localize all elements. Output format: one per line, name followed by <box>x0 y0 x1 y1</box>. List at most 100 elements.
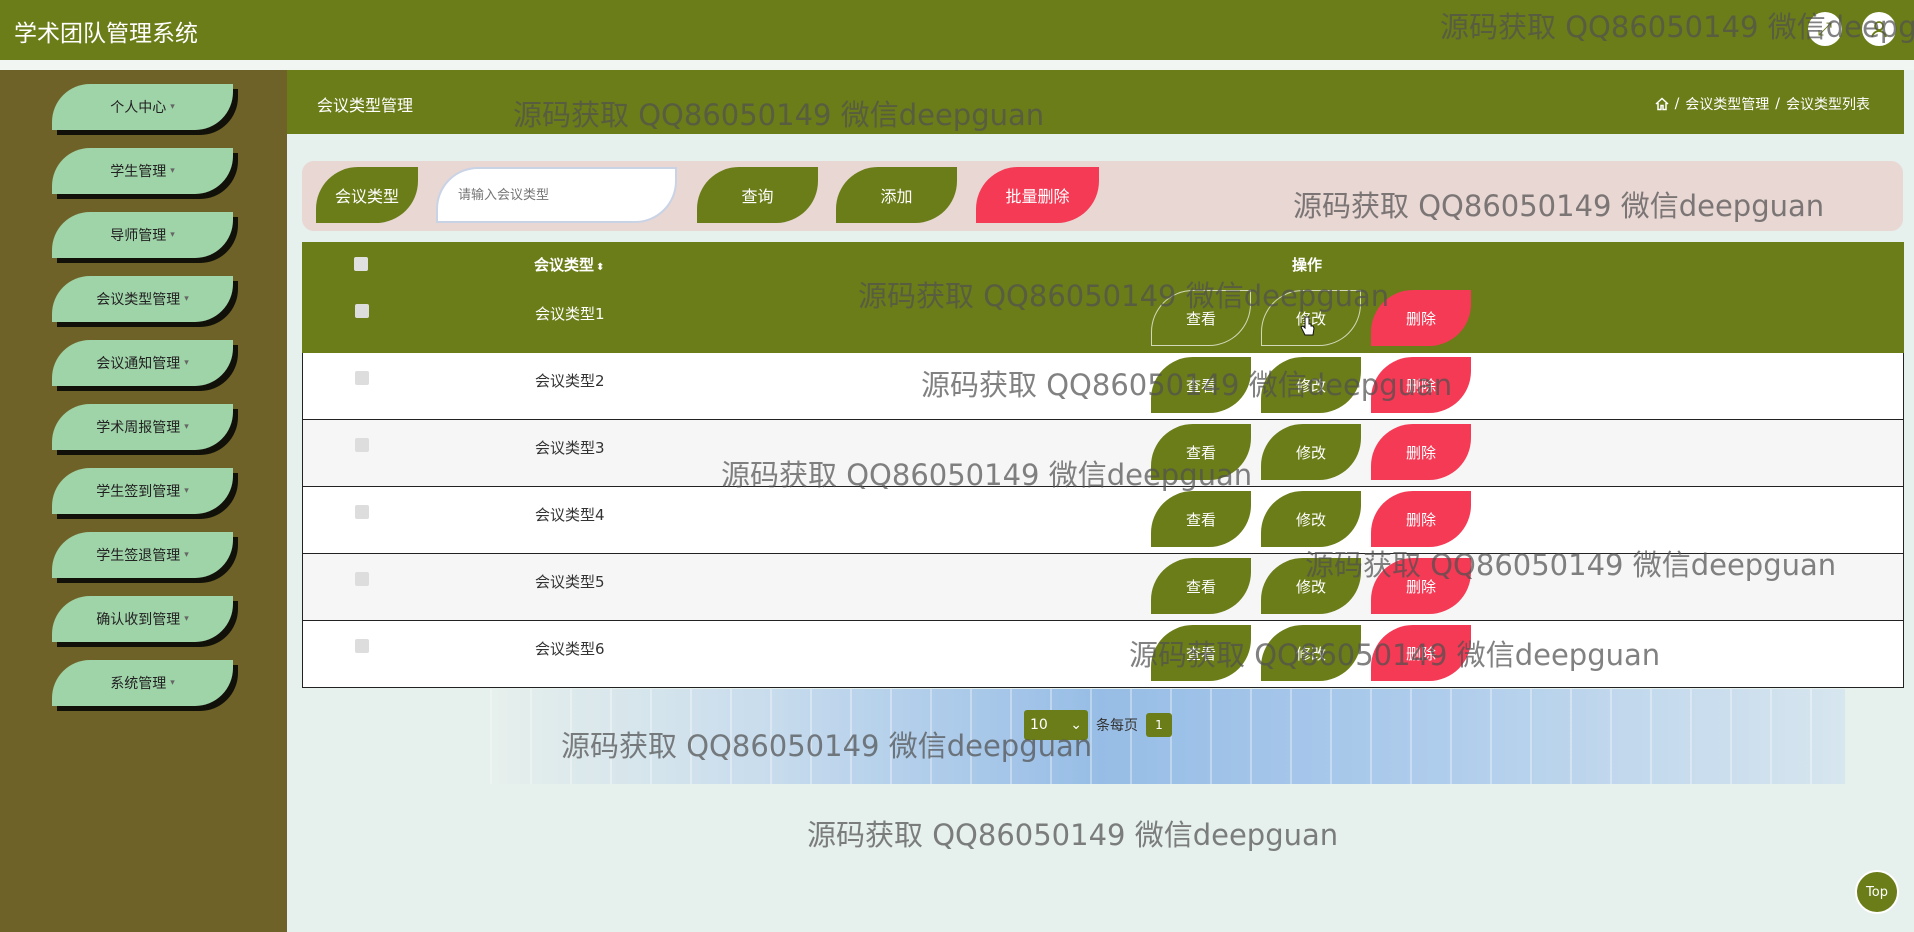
row-checkbox[interactable] <box>355 438 369 452</box>
search-bar: 会议类型 查询 添加 批量删除 <box>302 161 1903 231</box>
sidebar-item-label: 学生管理 <box>110 164 167 180</box>
delete-button[interactable]: 删除 <box>1371 424 1471 480</box>
sidebar-item-system-management[interactable]: 系统管理 ▾ <box>52 660 233 706</box>
meeting-type-cell: 会议类型3 <box>535 439 605 457</box>
caret-down-icon: ▾ <box>184 422 189 432</box>
pagination: 10 ⌄ 条每页 1 <box>1024 710 1172 740</box>
caret-down-icon: ▾ <box>170 678 175 688</box>
sidebar-item-personal-center[interactable]: 个人中心 ▾ <box>52 84 233 130</box>
sidebar-item-meeting-notice-management[interactable]: 会议通知管理 ▾ <box>52 340 233 386</box>
table-row: 会议类型4 查看 修改 删除 <box>302 487 1904 554</box>
sort-icon[interactable]: ⬍ <box>596 262 604 273</box>
delete-button[interactable]: 删除 <box>1371 290 1471 346</box>
view-button[interactable]: 查看 <box>1151 491 1251 547</box>
view-button[interactable]: 查看 <box>1151 558 1251 614</box>
row-checkbox[interactable] <box>355 304 369 318</box>
meeting-type-cell: 会议类型5 <box>535 573 605 591</box>
meeting-type-cell: 会议类型1 <box>535 305 605 323</box>
sidebar-item-label: 个人中心 <box>110 100 167 116</box>
breadcrumb-separator: / <box>1775 96 1780 112</box>
table-row: 会议类型2 查看 修改 删除 <box>302 353 1904 420</box>
caret-down-icon: ▾ <box>184 550 189 560</box>
home-icon[interactable] <box>1655 97 1669 111</box>
sidebar-item-label: 确认收到管理 <box>96 612 181 628</box>
breadcrumb-item-meeting-type-management[interactable]: 会议类型管理 <box>1685 94 1769 114</box>
sidebar-item-label: 导师管理 <box>110 228 167 244</box>
delete-button[interactable]: 删除 <box>1371 357 1471 413</box>
sidebar-item-student-management[interactable]: 学生管理 ▾ <box>52 148 233 194</box>
caret-down-icon: ▾ <box>184 614 189 624</box>
meeting-type-table: 会议类型 ⬍ 操作 会议类型1 查看 修改 删除 会议类型2 查看 修改 删除 会议类型3 查看 修改… <box>302 242 1904 688</box>
meeting-type-cell: 会议类型4 <box>535 506 605 524</box>
breadcrumb-item-meeting-type-list: 会议类型列表 <box>1786 97 1870 113</box>
mouse-cursor-icon <box>1300 316 1315 336</box>
caret-down-icon: ▾ <box>170 102 175 112</box>
delete-button[interactable]: 删除 <box>1371 625 1471 681</box>
breadcrumb: / 会议类型管理 / 会议类型列表 <box>1655 94 1870 114</box>
sidebar-item-label: 学术周报管理 <box>96 420 181 436</box>
table-row: 会议类型3 查看 修改 删除 <box>302 420 1904 487</box>
column-header-actions: 操作 <box>1292 256 1323 274</box>
caret-down-icon: ▾ <box>184 358 189 368</box>
caret-down-icon: ▾ <box>184 294 189 304</box>
search-field-label: 会议类型 <box>316 167 418 223</box>
edit-button[interactable]: 修改 <box>1261 357 1361 413</box>
meeting-type-search-input[interactable] <box>436 167 677 223</box>
table-row: 会议类型5 查看 修改 删除 <box>302 554 1904 621</box>
query-button[interactable]: 查询 <box>697 167 818 223</box>
select-all-checkbox[interactable] <box>354 257 368 271</box>
breadcrumb-separator: / <box>1674 96 1680 112</box>
page-header: 会议类型管理 / 会议类型管理 / 会议类型列表 <box>287 70 1904 134</box>
view-button[interactable]: 查看 <box>1151 290 1251 346</box>
edit-button[interactable]: 修改 <box>1261 558 1361 614</box>
sidebar-item-label: 系统管理 <box>110 676 167 692</box>
page-size-select[interactable]: 10 ⌄ <box>1024 710 1088 740</box>
back-to-top-button[interactable]: Top <box>1855 870 1899 914</box>
page-title: 会议类型管理 <box>317 96 414 115</box>
caret-down-icon: ▾ <box>170 230 175 240</box>
sidebar-item-weekly-report-management[interactable]: 学术周报管理 ▾ <box>52 404 233 450</box>
sidebar-item-meeting-type-management[interactable]: 会议类型管理 ▾ <box>52 276 233 322</box>
chevron-down-icon: ⌄ <box>1070 717 1082 733</box>
view-button[interactable]: 查看 <box>1151 357 1251 413</box>
table-row: 会议类型1 查看 修改 删除 <box>302 286 1904 353</box>
per-page-label: 条每页 <box>1096 718 1138 734</box>
sidebar-item-advisor-management[interactable]: 导师管理 ▾ <box>52 212 233 258</box>
app-title: 学术团队管理系统 <box>14 21 198 47</box>
top-bar: 学术团队管理系统 ⤢ <box>0 0 1914 60</box>
fullscreen-icon[interactable]: ⤢ <box>1808 12 1842 46</box>
batch-delete-button[interactable]: 批量删除 <box>976 167 1099 223</box>
view-button[interactable]: 查看 <box>1151 625 1251 681</box>
row-checkbox[interactable] <box>355 371 369 385</box>
row-checkbox[interactable] <box>355 572 369 586</box>
page-size-value: 10 <box>1030 717 1048 733</box>
edit-button[interactable]: 修改 <box>1261 424 1361 480</box>
page-number-button[interactable]: 1 <box>1146 713 1172 737</box>
top-divider <box>0 60 1914 70</box>
add-button[interactable]: 添加 <box>836 167 957 223</box>
meeting-type-cell: 会议类型6 <box>535 640 605 658</box>
watermark-text: 源码获取 QQ86050149 微信deepguan <box>807 818 1339 852</box>
column-header-label: 会议类型 <box>534 256 595 274</box>
sidebar-item-student-checkin-management[interactable]: 学生签到管理 ▾ <box>52 468 233 514</box>
delete-button[interactable]: 删除 <box>1371 558 1471 614</box>
row-checkbox[interactable] <box>355 505 369 519</box>
table-header: 会议类型 ⬍ 操作 <box>302 242 1904 286</box>
meeting-type-cell: 会议类型2 <box>535 372 605 390</box>
sidebar-item-receipt-confirm-management[interactable]: 确认收到管理 ▾ <box>52 596 233 642</box>
user-icon[interactable] <box>1862 12 1896 46</box>
sidebar: 个人中心 ▾ 学生管理 ▾ 导师管理 ▾ 会议类型管理 ▾ 会议通知管理 ▾ 学术周报管理 ▾ 学生签到… <box>0 70 287 932</box>
row-checkbox[interactable] <box>355 639 369 653</box>
table-row: 会议类型6 查看 修改 删除 <box>302 621 1904 688</box>
sidebar-item-label: 学生签到管理 <box>96 484 181 500</box>
view-button[interactable]: 查看 <box>1151 424 1251 480</box>
delete-button[interactable]: 删除 <box>1371 491 1471 547</box>
column-header-meeting-type[interactable]: 会议类型 ⬍ <box>534 254 604 275</box>
sidebar-item-student-checkout-management[interactable]: 学生签退管理 ▾ <box>52 532 233 578</box>
edit-button[interactable]: 修改 <box>1261 625 1361 681</box>
sidebar-item-label: 学生签退管理 <box>96 548 181 564</box>
caret-down-icon: ▾ <box>170 166 175 176</box>
sidebar-item-label: 会议类型管理 <box>96 292 181 308</box>
edit-button[interactable]: 修改 <box>1261 491 1361 547</box>
sidebar-item-label: 会议通知管理 <box>96 356 181 372</box>
